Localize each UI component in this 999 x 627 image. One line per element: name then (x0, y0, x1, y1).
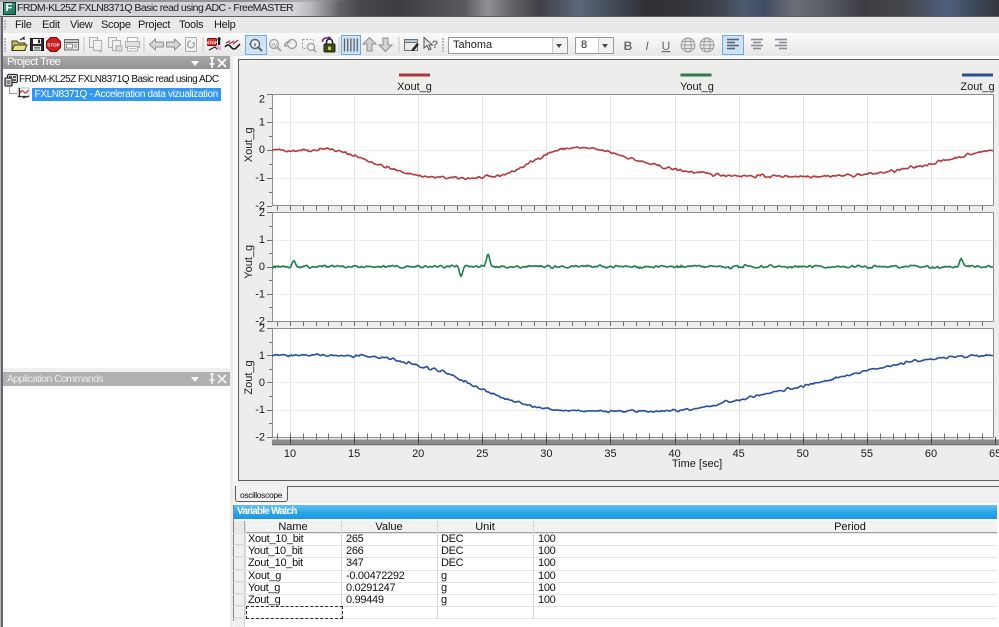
svg-text:55: 55 (861, 448, 873, 460)
svg-text:Xout_g: Xout_g (397, 81, 432, 93)
svg-text:1: 1 (259, 350, 265, 362)
svg-text:25: 25 (476, 448, 488, 460)
svg-text:Xout_g: Xout_g (243, 127, 255, 162)
svg-text:?: ? (432, 39, 439, 51)
svg-text:B: B (624, 39, 633, 53)
svg-text:0: 0 (259, 144, 265, 156)
svg-text:Time [sec]: Time [sec] (672, 458, 722, 470)
svg-text:Yout_g: Yout_g (243, 245, 255, 279)
svg-text:-2: -2 (255, 432, 265, 444)
svg-text:35: 35 (604, 448, 616, 460)
svg-text:20: 20 (412, 448, 424, 460)
svg-text:-1: -1 (255, 172, 265, 184)
svg-text:STOP: STOP (47, 43, 59, 48)
svg-text:xy: xy (271, 42, 277, 48)
svg-text:Yout_g: Yout_g (680, 81, 714, 93)
svg-text:65: 65 (989, 448, 999, 460)
svg-text:STOP: STOP (207, 40, 218, 45)
svg-text:15: 15 (348, 448, 360, 460)
svg-text:2: 2 (259, 94, 265, 106)
svg-text:30: 30 (540, 448, 552, 460)
svg-text:Zout_g: Zout_g (960, 81, 994, 93)
svg-text:1: 1 (259, 234, 265, 246)
svg-text:0: 0 (259, 261, 265, 273)
svg-text:I: I (645, 39, 649, 53)
svg-text:0: 0 (259, 377, 265, 389)
svg-text:1: 1 (259, 116, 265, 128)
svg-text:U: U (662, 39, 671, 53)
svg-text:2: 2 (259, 207, 265, 219)
svg-text:60: 60 (925, 448, 937, 460)
svg-text:-1: -1 (255, 288, 265, 300)
svg-text:50: 50 (797, 448, 809, 460)
svg-text:10: 10 (284, 448, 296, 460)
svg-text:45: 45 (733, 448, 745, 460)
svg-text:-1: -1 (255, 404, 265, 416)
svg-text:2: 2 (259, 323, 265, 335)
svg-text:Zout_g: Zout_g (243, 360, 255, 394)
